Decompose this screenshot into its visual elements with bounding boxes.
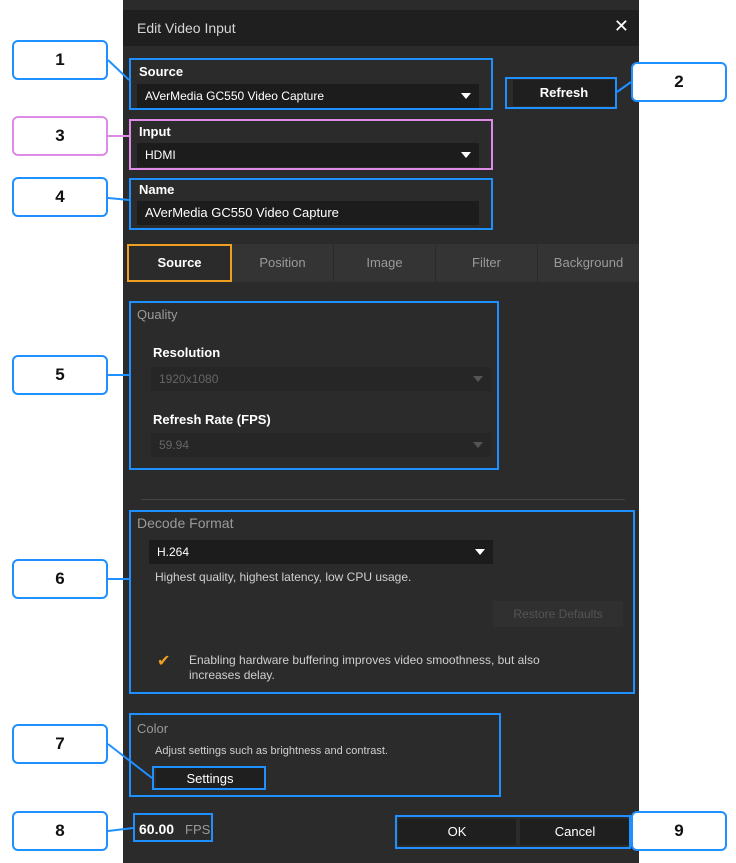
close-icon[interactable]: ✕ bbox=[614, 16, 629, 37]
callout-2: 2 bbox=[631, 62, 727, 102]
callout-1: 1 bbox=[12, 40, 108, 80]
callout-9: 9 bbox=[631, 811, 727, 851]
refresh-rate-label: Refresh Rate (FPS) bbox=[153, 412, 271, 427]
cancel-button[interactable]: Cancel bbox=[520, 819, 630, 845]
tab-image[interactable]: Image bbox=[334, 244, 436, 282]
ok-button[interactable]: OK bbox=[398, 819, 516, 845]
title-bar: Edit Video Input ✕ bbox=[123, 10, 639, 46]
callout-8: 8 bbox=[12, 811, 108, 851]
input-select-value: HDMI bbox=[145, 148, 176, 162]
chevron-down-icon bbox=[473, 376, 483, 382]
refresh-rate-select-value: 59.94 bbox=[159, 438, 190, 452]
name-label: Name bbox=[139, 182, 175, 197]
name-field[interactable]: AVerMedia GC550 Video Capture bbox=[137, 201, 479, 225]
callout-5: 5 bbox=[12, 355, 108, 395]
hardware-buffering-text: Enabling hardware buffering improves vid… bbox=[189, 653, 540, 682]
resolution-label: Resolution bbox=[153, 345, 221, 360]
chevron-down-icon bbox=[473, 442, 483, 448]
resolution-select-value: 1920x1080 bbox=[159, 372, 219, 386]
chevron-down-icon bbox=[461, 152, 471, 158]
source-label: Source bbox=[139, 64, 184, 79]
fps-unit: FPS bbox=[185, 822, 211, 837]
tab-filter[interactable]: Filter bbox=[436, 244, 538, 282]
checkmark-icon[interactable]: ✔ bbox=[157, 651, 170, 671]
callout-4: 4 bbox=[12, 177, 108, 217]
callout-3: 3 bbox=[12, 116, 108, 156]
decode-format-description: Highest quality, highest latency, low CP… bbox=[155, 570, 412, 584]
dialog-title: Edit Video Input bbox=[137, 20, 236, 36]
input-select[interactable]: HDMI bbox=[137, 143, 479, 167]
chevron-down-icon bbox=[461, 93, 471, 99]
chevron-down-icon bbox=[475, 549, 485, 555]
tab-background[interactable]: Background bbox=[538, 244, 639, 282]
quality-header: Quality bbox=[137, 307, 178, 322]
tab-source[interactable]: Source bbox=[127, 244, 232, 282]
callout-7: 7 bbox=[12, 724, 108, 764]
source-select[interactable]: AVerMedia GC550 Video Capture bbox=[137, 84, 479, 108]
input-label: Input bbox=[139, 124, 171, 139]
decode-format-select[interactable]: H.264 bbox=[149, 540, 493, 564]
section-divider bbox=[141, 499, 625, 500]
restore-defaults-button[interactable]: Restore Defaults bbox=[493, 601, 623, 627]
color-description: Adjust settings such as brightness and c… bbox=[155, 745, 388, 757]
callout-6: 6 bbox=[12, 559, 108, 599]
refresh-rate-select[interactable]: 59.94 bbox=[151, 433, 491, 457]
decode-format-value: H.264 bbox=[157, 545, 190, 559]
tab-position[interactable]: Position bbox=[232, 244, 334, 282]
edit-video-input-dialog: Edit Video Input ✕ Source AVerMedia GC55… bbox=[123, 0, 639, 863]
color-header: Color bbox=[137, 721, 169, 736]
refresh-button[interactable]: Refresh bbox=[513, 80, 615, 106]
source-select-value: AVerMedia GC550 Video Capture bbox=[145, 89, 324, 103]
color-settings-button[interactable]: Settings bbox=[156, 768, 264, 790]
resolution-select[interactable]: 1920x1080 bbox=[151, 367, 491, 391]
fps-value: 60.00 bbox=[139, 821, 175, 837]
decode-format-header: Decode Format bbox=[137, 515, 234, 531]
tab-bar: Source Position Image Filter Background bbox=[127, 244, 639, 282]
